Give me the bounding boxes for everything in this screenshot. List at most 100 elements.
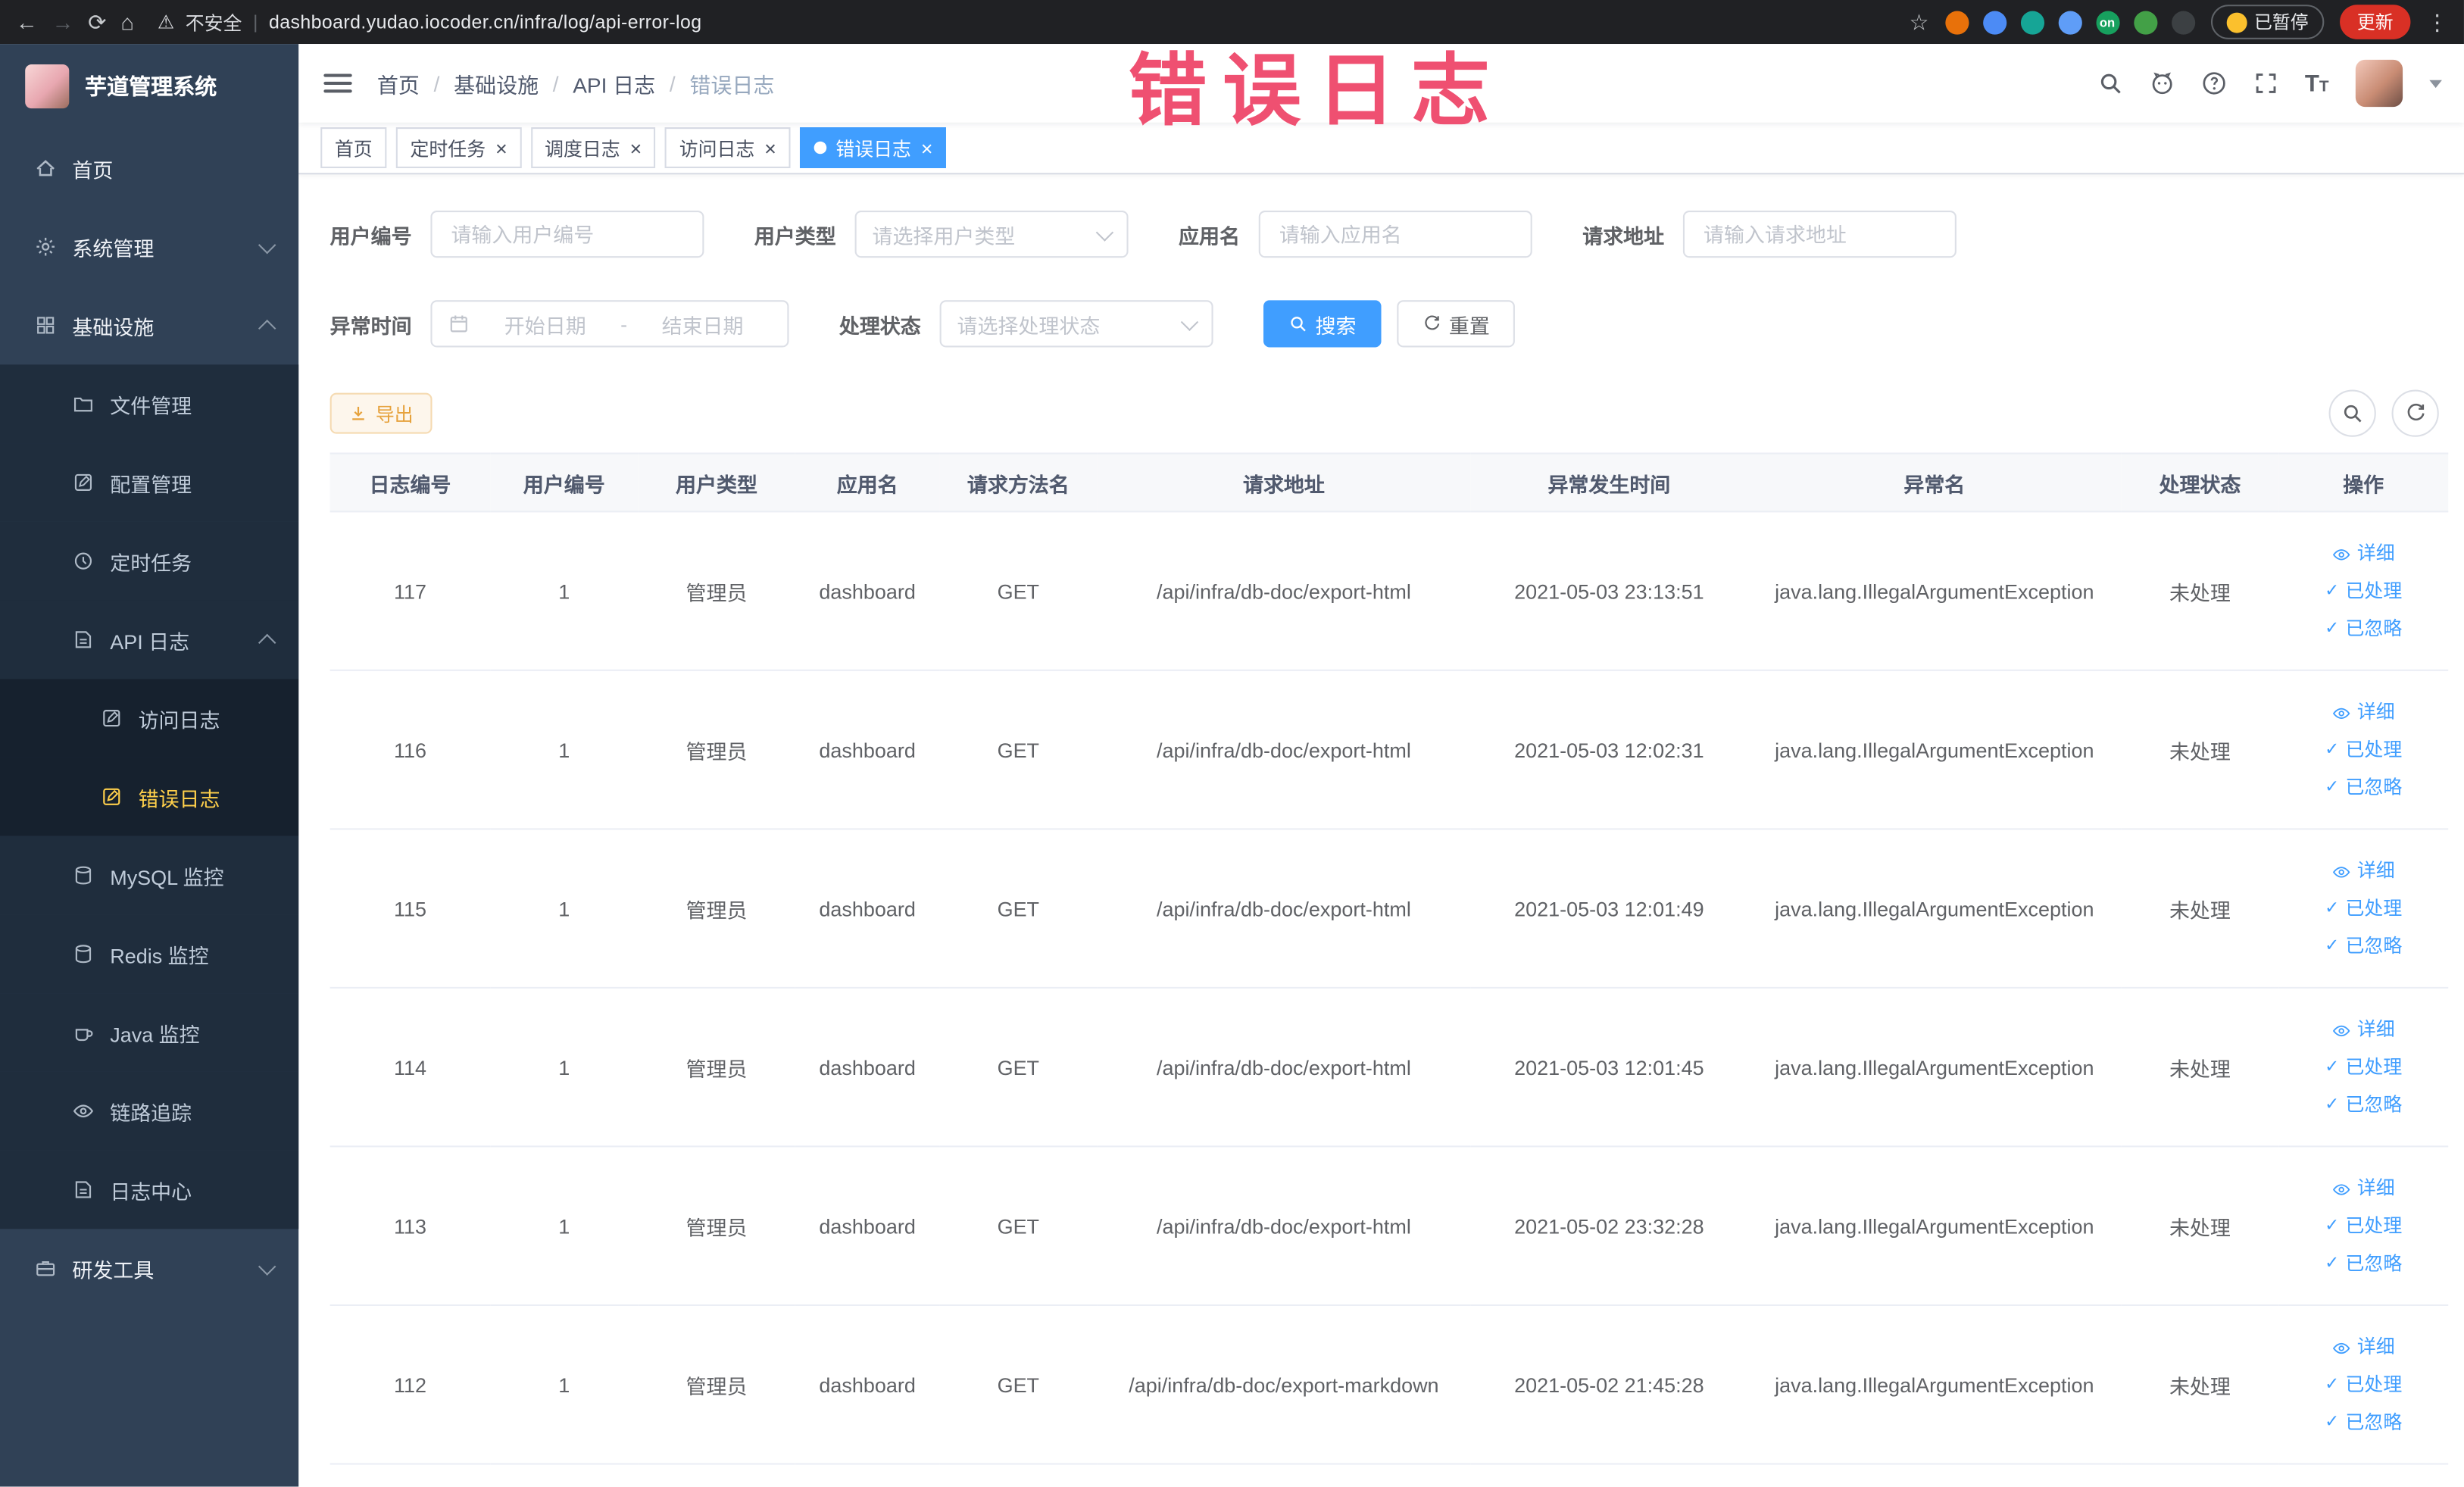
forward-icon[interactable]: → — [52, 0, 73, 44]
sidebar-item-job[interactable]: 定时任务 — [0, 521, 299, 601]
reload-icon[interactable]: ⟳ — [88, 0, 106, 44]
process-status-select[interactable]: 请选择处理状态 — [939, 300, 1213, 348]
breadcrumb-item: 错误日志 — [689, 73, 775, 98]
browser-menu-icon[interactable]: ⋮ — [2426, 0, 2448, 44]
app-name-input[interactable] — [1276, 220, 1516, 248]
detail-link[interactable]: 详细 — [2284, 1328, 2441, 1366]
logo-image — [25, 64, 70, 109]
avatar-caret-icon[interactable] — [2429, 79, 2442, 88]
sidebar-item-log-center[interactable]: 日志中心 — [0, 1150, 299, 1229]
extension-green[interactable] — [2133, 10, 2157, 34]
search-icon[interactable] — [2097, 70, 2122, 95]
browser-home-icon[interactable]: ⌂ — [120, 0, 134, 44]
cell-method: GET — [939, 1146, 1098, 1306]
close-icon[interactable]: × — [920, 138, 932, 158]
filter-row-2: 异常时间 开始日期 - 结束日期 处理状态 请选择处理状态 搜索 重置 — [329, 300, 2449, 348]
extension-teal[interactable] — [2019, 10, 2044, 34]
filter-exception-time: 异常时间 开始日期 - 结束日期 — [329, 300, 789, 348]
eye-icon — [2332, 1170, 2351, 1207]
sidebar-item-home[interactable]: 首页 — [0, 129, 298, 208]
date-range-picker[interactable]: 开始日期 - 结束日期 — [430, 300, 789, 348]
tab-access-log[interactable]: 访问日志 × — [665, 127, 791, 168]
sidebar-item-api-log[interactable]: API 日志 — [0, 600, 299, 679]
table-row: 114 1 管理员 dashboard GET/api/infra/db-doc/exp… — [329, 987, 2449, 1148]
ignore-link[interactable]: ✓ 已忽略 — [2284, 1086, 2441, 1124]
detail-link[interactable]: 详细 — [2284, 1011, 2441, 1048]
tab-cron-job[interactable]: 定时任务 × — [395, 127, 521, 168]
help-icon[interactable] — [2201, 70, 2226, 95]
chevron-down-icon — [1180, 312, 1199, 330]
tab-label: 错误日志 — [835, 137, 911, 160]
detail-link[interactable]: 详细 — [2284, 1170, 2441, 1207]
check-icon: ✓ — [2325, 1216, 2340, 1236]
detail-link[interactable]: 详细 — [2284, 693, 2441, 731]
close-icon[interactable]: × — [764, 138, 776, 158]
detail-link[interactable]: 详细 — [2284, 851, 2441, 889]
sidebar-item-trace[interactable]: 链路追踪 — [0, 1071, 299, 1151]
search-button[interactable]: 搜索 — [1263, 300, 1382, 348]
fullscreen-icon[interactable] — [2253, 70, 2278, 95]
sidebar-item-java[interactable]: Java 监控 — [0, 993, 299, 1072]
processed-link[interactable]: ✓ 已处理 — [2284, 1048, 2441, 1086]
processed-link[interactable]: ✓ 已处理 — [2284, 889, 2441, 927]
extension-orange[interactable] — [1944, 10, 1969, 34]
ignore-link[interactable]: ✓ 已忽略 — [2284, 610, 2441, 648]
cell-status: 未处理 — [2121, 1146, 2279, 1306]
extension-blue[interactable] — [1982, 10, 2006, 34]
exception-time-label: 异常时间 — [329, 313, 412, 338]
processed-link[interactable]: ✓ 已处理 — [2284, 572, 2441, 610]
close-icon[interactable]: × — [629, 138, 642, 158]
sidebar-item-dev-tools[interactable]: 研发工具 — [0, 1229, 298, 1307]
app-logo[interactable]: 芋道管理系统 — [0, 44, 298, 129]
export-button[interactable]: 导出 — [329, 392, 433, 434]
sidebar-item-redis[interactable]: Redis 监控 — [0, 914, 299, 994]
hamburger-menu-icon[interactable] — [323, 73, 352, 93]
sidebar-item-access-log[interactable]: 访问日志 — [0, 679, 299, 758]
extension-on-badge[interactable]: on — [2095, 10, 2119, 34]
detail-link[interactable]: 详细 — [2284, 534, 2441, 572]
ignore-link[interactable]: ✓ 已忽略 — [2284, 1245, 2441, 1282]
breadcrumb-item[interactable]: 首页 — [377, 67, 420, 98]
column-header: 日志编号 — [329, 452, 491, 513]
reset-button[interactable]: 重置 — [1397, 300, 1516, 348]
paused-badge[interactable]: 已暂停 — [2209, 5, 2325, 39]
update-button[interactable]: 更新 — [2340, 5, 2411, 39]
cell-user-id: 1 — [490, 670, 639, 830]
search-toggle-button[interactable] — [2328, 389, 2376, 437]
tab-error-log[interactable]: 错误日志 × — [799, 127, 947, 168]
back-icon[interactable]: ← — [16, 0, 38, 44]
sidebar-item-error-log[interactable]: 错误日志 — [0, 757, 299, 836]
font-size-icon[interactable]: TT — [2305, 70, 2329, 96]
apilog-icon — [72, 629, 94, 651]
address-bar[interactable]: ⚠ 不安全 | dashboard.yudao.iocoder.cn/infra… — [158, 8, 702, 35]
user-type-select[interactable]: 请选择用户类型 — [854, 210, 1129, 258]
github-icon[interactable] — [2149, 70, 2174, 95]
table-row: 112 1 管理员 dashboard GET/api/infra/db-doc/exp… — [329, 1304, 2449, 1465]
avatar[interactable] — [2355, 59, 2403, 108]
tab-job-log[interactable]: 调度日志 × — [530, 127, 656, 168]
user-id-input[interactable] — [448, 220, 687, 248]
cell-time: 2021-05-02 23:32:28 — [1470, 1146, 1747, 1306]
extension-dark[interactable] — [2171, 10, 2195, 34]
sidebar-item-config[interactable]: 配置管理 — [0, 443, 299, 522]
extension-grid[interactable] — [2057, 10, 2081, 34]
refresh-button[interactable] — [2391, 389, 2439, 437]
sidebar-item-system[interactable]: 系统管理 — [0, 208, 298, 286]
breadcrumb-item[interactable]: API 日志 — [573, 67, 655, 98]
cell-url: /api/infra/db-doc/export-html — [1097, 511, 1471, 671]
processed-link[interactable]: ✓ 已处理 — [2284, 1207, 2441, 1245]
breadcrumb-item[interactable]: 基础设施 — [454, 67, 539, 98]
user-type-placeholder: 请选择用户类型 — [872, 223, 1016, 248]
sidebar-item-infra[interactable]: 基础设施 — [0, 286, 298, 365]
processed-link[interactable]: ✓ 已处理 — [2284, 1366, 2441, 1404]
request-url-input[interactable] — [1700, 220, 1940, 248]
sidebar-item-file[interactable]: 文件管理 — [0, 364, 299, 444]
ignore-link[interactable]: ✓ 已忽略 — [2284, 1404, 2441, 1442]
tab-home[interactable]: 首页 — [320, 127, 387, 168]
bookmark-star-icon[interactable]: ☆ — [1910, 0, 1929, 44]
ignore-link[interactable]: ✓ 已忽略 — [2284, 927, 2441, 965]
processed-link[interactable]: ✓ 已处理 — [2284, 731, 2441, 769]
close-icon[interactable]: × — [495, 138, 507, 158]
sidebar-item-mysql[interactable]: MySQL 监控 — [0, 836, 299, 915]
ignore-link[interactable]: ✓ 已忽略 — [2284, 768, 2441, 806]
